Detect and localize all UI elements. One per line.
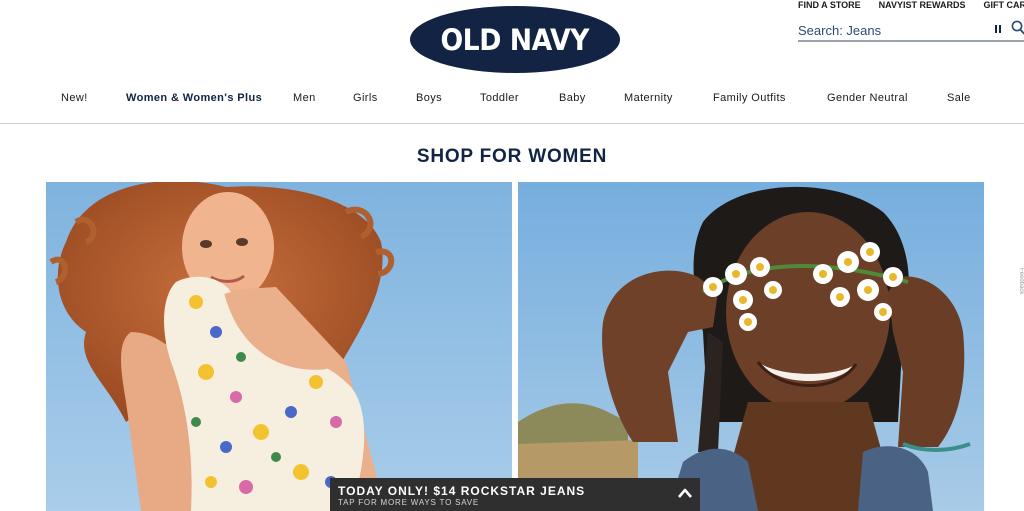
women-floral-dress-photo[interactable] bbox=[46, 182, 512, 511]
nav-item-girls[interactable]: Girls bbox=[353, 92, 378, 104]
feedback-tab[interactable]: Feedback bbox=[1016, 268, 1024, 314]
page-title: SHOP FOR WOMEN bbox=[416, 146, 608, 167]
women-daisy-chain-photo[interactable] bbox=[518, 182, 984, 511]
search-placeholder[interactable]: Search: Jeans bbox=[798, 23, 881, 38]
gift-card-link[interactable]: GIFT CARD bbox=[984, 0, 1024, 10]
nav-item-sale[interactable]: Sale bbox=[947, 92, 971, 104]
chevron-up-icon[interactable] bbox=[677, 487, 693, 499]
old-navy-logo[interactable]: OLD NAVY bbox=[410, 6, 620, 73]
utility-links: FIND A STORE NAVYIST REWARDS GIFT CARD bbox=[798, 0, 1024, 10]
promo-banner[interactable]: TODAY ONLY! $14 ROCKSTAR JEANS TAP FOR M… bbox=[330, 478, 700, 511]
nav-item-gender-neutral[interactable]: Gender Neutral bbox=[827, 92, 908, 104]
pause-icon[interactable] bbox=[995, 25, 1001, 33]
nav-item-baby[interactable]: Baby bbox=[559, 92, 586, 104]
find-a-store-link[interactable]: FIND A STORE bbox=[798, 0, 861, 10]
search-icon[interactable] bbox=[1011, 20, 1024, 36]
promo-title: TODAY ONLY! $14 ROCKSTAR JEANS bbox=[338, 484, 586, 498]
navyist-rewards-link[interactable]: NAVYIST REWARDS bbox=[879, 0, 966, 10]
nav-item-men[interactable]: Men bbox=[293, 92, 316, 104]
nav-item-toddler[interactable]: Toddler bbox=[480, 92, 519, 104]
logo-text: OLD NAVY bbox=[440, 22, 590, 57]
nav-item-family-outfits[interactable]: Family Outfits bbox=[713, 92, 786, 104]
nav-item-new[interactable]: New! bbox=[61, 92, 88, 104]
nav-item-maternity[interactable]: Maternity bbox=[624, 92, 673, 104]
search-bar[interactable]: Search: Jeans bbox=[798, 20, 1024, 42]
site-header: OLD NAVY FIND A STORE NAVYIST REWARDS GI… bbox=[0, 0, 1024, 124]
nav-item-women[interactable]: Women & Women's Plus bbox=[126, 92, 262, 104]
promo-subtitle: TAP FOR MORE WAYS TO SAVE bbox=[338, 498, 480, 507]
nav-item-boys[interactable]: Boys bbox=[416, 92, 442, 104]
